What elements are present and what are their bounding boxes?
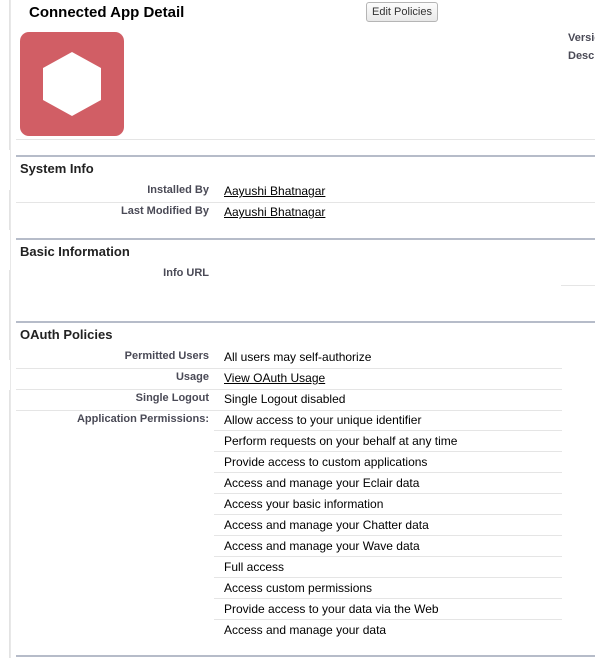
permission-text: Full access bbox=[224, 560, 285, 574]
page-title: Connected App Detail bbox=[29, 4, 185, 21]
permission-item: Access and manage your Eclair data bbox=[214, 473, 562, 494]
permission-text: Access and manage your data bbox=[224, 623, 387, 637]
installed-by-label: Installed By bbox=[147, 184, 209, 196]
edit-policies-button[interactable]: Edit Policies bbox=[366, 2, 438, 22]
permission-item: Access and manage your data bbox=[224, 620, 562, 641]
permission-text: Provide access to custom applications bbox=[224, 455, 428, 469]
single-logout-value: Single Logout disabled bbox=[224, 392, 346, 406]
hexagon-icon bbox=[43, 52, 101, 116]
section-title-system-info: System Info bbox=[20, 161, 94, 176]
permission-item: Allow access to your unique identifier bbox=[214, 410, 562, 431]
installed-by-row: Installed By Aayushi Bhatnagar bbox=[16, 181, 566, 202]
permission-item: Access and manage your Wave data bbox=[214, 536, 562, 557]
permission-item: Access your basic information bbox=[214, 494, 562, 515]
permission-item: Access custom permissions bbox=[214, 578, 562, 599]
divider bbox=[16, 139, 595, 140]
section-divider bbox=[16, 321, 595, 323]
permitted-users-label: Permitted Users bbox=[124, 350, 209, 362]
permitted-users-value: All users may self-authorize bbox=[224, 350, 372, 364]
permission-text: Access your basic information bbox=[224, 497, 384, 511]
section-title-oauth-policies: OAuth Policies bbox=[20, 327, 113, 342]
last-modified-by-label: Last Modified By bbox=[120, 205, 209, 217]
permission-item: Provide access to your data via the Web bbox=[214, 599, 562, 620]
description-label: Descr bbox=[568, 50, 595, 62]
single-logout-label: Single Logout bbox=[135, 392, 209, 404]
left-gutter bbox=[0, 0, 10, 658]
section-title-basic-information: Basic Information bbox=[20, 244, 130, 259]
permission-item: Full access bbox=[214, 557, 562, 578]
single-logout-row: Single Logout Single Logout disabled bbox=[16, 389, 566, 410]
permission-text: Access and manage your Wave data bbox=[224, 539, 420, 553]
usage-row: Usage View OAuth Usage bbox=[16, 368, 566, 389]
connected-app-detail-panel: Connected App Detail Edit Policies Versi… bbox=[10, 0, 595, 658]
version-label: Versio bbox=[568, 32, 595, 44]
info-url-label: Info URL bbox=[163, 267, 209, 279]
installed-by-link[interactable]: Aayushi Bhatnagar bbox=[224, 184, 325, 198]
permission-text: Provide access to your data via the Web bbox=[224, 602, 439, 616]
permission-item: Perform requests on your behalf at any t… bbox=[214, 431, 562, 452]
permission-text: Access and manage your Eclair data bbox=[224, 476, 420, 490]
row-divider bbox=[561, 285, 595, 286]
section-divider bbox=[16, 655, 595, 657]
view-oauth-usage-link[interactable]: View OAuth Usage bbox=[224, 371, 325, 385]
permission-text: Access custom permissions bbox=[224, 581, 373, 595]
permission-item: Access and manage your Chatter data bbox=[214, 515, 562, 536]
permission-text: Perform requests on your behalf at any t… bbox=[224, 434, 458, 448]
permission-text: Allow access to your unique identifier bbox=[224, 413, 422, 427]
last-modified-by-link[interactable]: Aayushi Bhatnagar bbox=[224, 205, 325, 219]
last-modified-by-row: Last Modified By Aayushi Bhatnagar bbox=[16, 202, 566, 223]
application-permissions-label: Application Permissions: bbox=[76, 413, 209, 425]
info-url-row: Info URL bbox=[16, 264, 566, 285]
permission-text: Access and manage your Chatter data bbox=[224, 518, 429, 532]
usage-label: Usage bbox=[175, 371, 209, 383]
section-divider bbox=[16, 238, 595, 240]
permitted-users-row: Permitted Users All users may self-autho… bbox=[16, 347, 566, 368]
section-divider bbox=[16, 155, 595, 157]
app-logo bbox=[20, 32, 124, 136]
permission-item: Provide access to custom applications bbox=[214, 452, 562, 473]
